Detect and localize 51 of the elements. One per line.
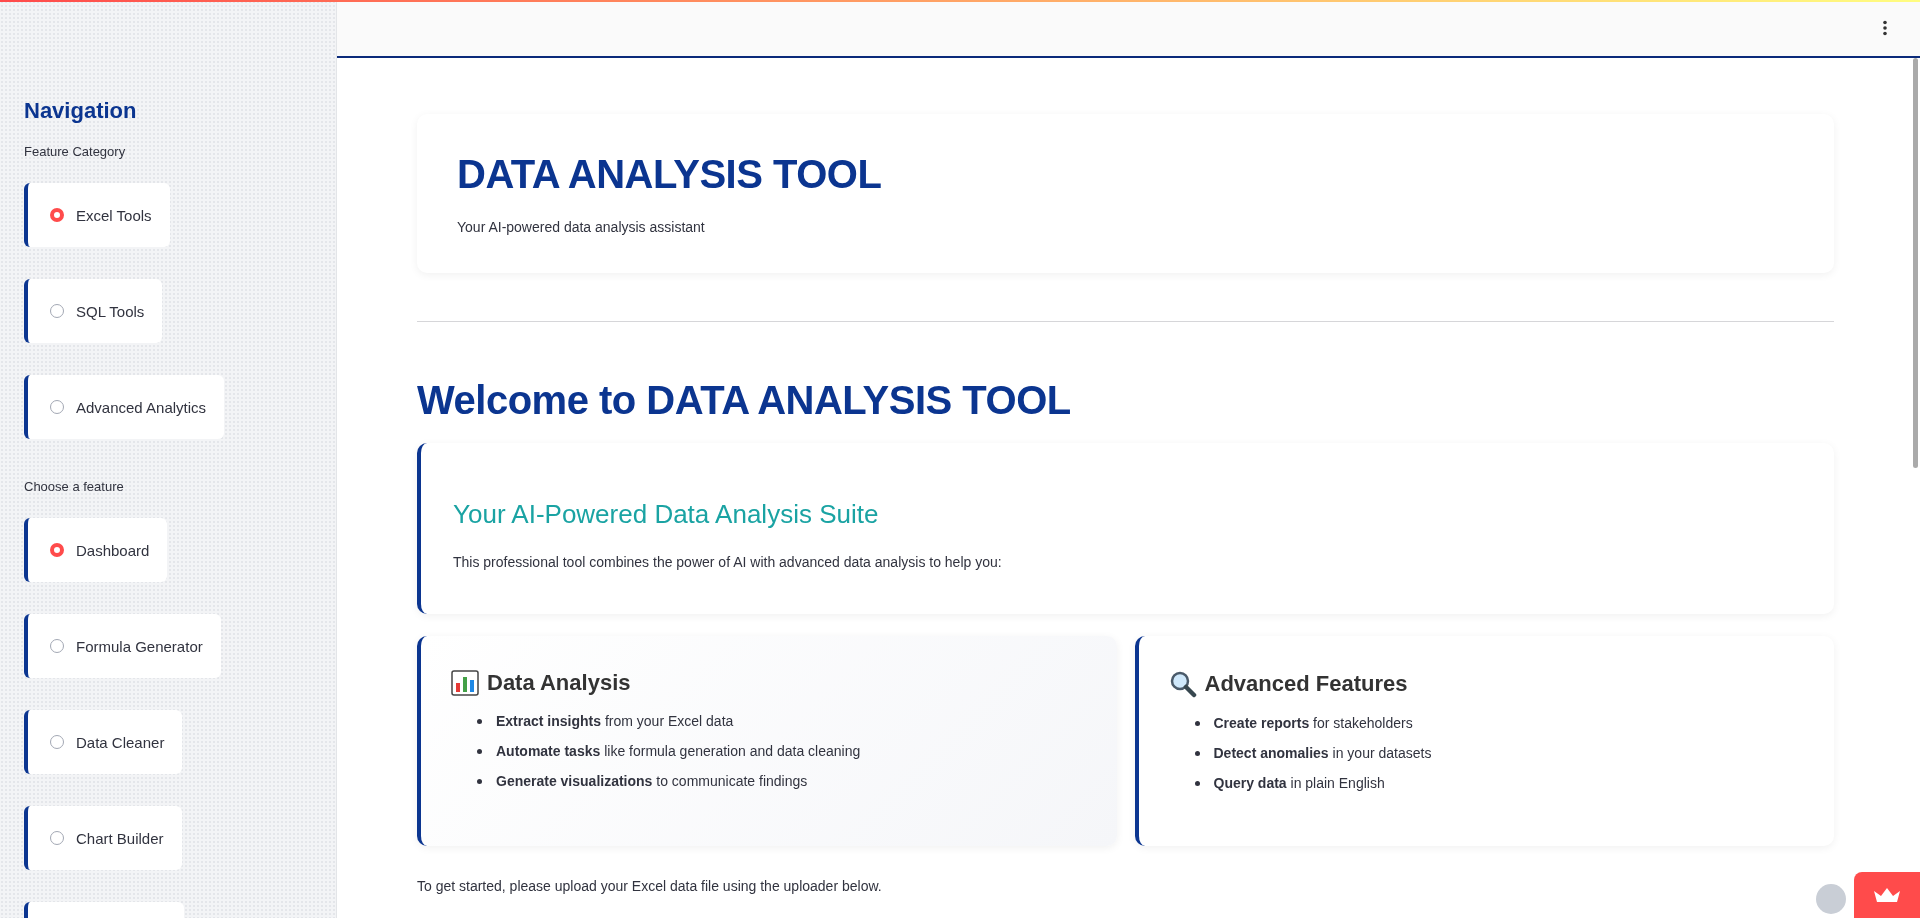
group-label: Choose a feature: [24, 479, 125, 494]
app-title: DATA ANALYSIS TOOL: [457, 152, 883, 197]
suite-text: This professional tool combines the power of AI with advanced data analysis to help you:: [453, 554, 1003, 570]
bar-chart-icon: [451, 670, 479, 696]
radio-label: SQL Tools: [76, 302, 145, 320]
radio-button[interactable]: [50, 400, 64, 414]
radio-option[interactable]: Dashboard: [24, 518, 168, 582]
radio-option[interactable]: Excel Tools: [24, 183, 170, 247]
radio-option[interactable]: SQL Tools: [24, 279, 163, 343]
feature-title: Advanced Features: [1204, 671, 1408, 697]
more-menu-icon[interactable]: [1882, 20, 1888, 36]
bullet-dot: [477, 748, 482, 754]
radio-button[interactable]: [50, 208, 64, 222]
bullet-dot: [1194, 720, 1200, 726]
radio-label: Data Cleaner: [76, 733, 165, 751]
feature-item: Detect anomalies in your datasets: [1213, 744, 1432, 762]
group-label: Feature Category: [24, 144, 127, 159]
bullet-dot: [1194, 780, 1200, 786]
bullet-dot: [477, 778, 482, 784]
magnifier-icon: [1168, 670, 1197, 698]
welcome-heading: Welcome to DATA ANALYSIS TOOL: [417, 378, 1072, 423]
app-badge-button[interactable]: [1854, 872, 1920, 918]
avatar[interactable]: [1816, 884, 1846, 914]
feature-item: Automate tasks like formula generation and data cleaning: [496, 742, 861, 760]
feature-item: Generate visualizations to communicate findings: [496, 772, 808, 790]
instruction-text: To get started, please upload your Excel data file using the uploader below.: [417, 878, 883, 894]
app-subtitle: Your AI-powered data analysis assistant: [457, 219, 706, 235]
radio-label: Formula Generator: [76, 637, 203, 655]
bullet-dot: [477, 718, 482, 724]
crown-icon: [1873, 887, 1901, 903]
radio-label: Advanced Analytics: [76, 398, 207, 416]
radio-label: Dashboard: [76, 541, 150, 559]
radio-option[interactable]: Formula Generator: [24, 614, 221, 678]
sidebar-title: Navigation: [24, 98, 138, 124]
suite-title: Your AI-Powered Data Analysis Suite: [453, 499, 880, 530]
radio-button[interactable]: [50, 304, 64, 318]
scrollbar-thumb[interactable]: [1913, 58, 1918, 468]
radio-option[interactable]: Advanced Analytics: [24, 375, 225, 439]
feature-item: Extract insights from your Excel data: [496, 712, 734, 730]
radio-option[interactable]: Chart Builder: [24, 806, 182, 870]
feature-title: Data Analysis: [487, 670, 631, 696]
radio-label: Chart Builder: [76, 829, 164, 847]
radio-button[interactable]: [50, 639, 64, 653]
radio-option[interactable]: Data Cleaner: [24, 710, 183, 774]
radio-button[interactable]: [50, 735, 64, 749]
radio-button[interactable]: [50, 543, 64, 557]
bullet-dot: [1194, 750, 1200, 756]
feature-item: Create reports for stakeholders: [1213, 714, 1413, 732]
feature-item: Query data in plain English: [1213, 774, 1385, 792]
radio-label: Excel Tools: [76, 206, 152, 224]
radio-button[interactable]: [50, 831, 64, 845]
